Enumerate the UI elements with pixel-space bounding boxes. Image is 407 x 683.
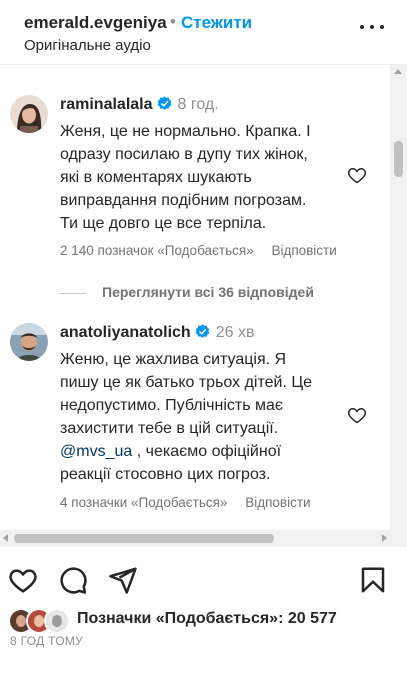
verified-badge-icon [157, 96, 171, 110]
likes-summary: Позначки «Подобається»: 20 577 [0, 606, 407, 634]
comment-username[interactable]: raminalalala 8 год. [60, 96, 219, 114]
reply-button[interactable]: Відповісти [245, 495, 310, 510]
likes-label: Позначки «Подобається»: [77, 610, 284, 627]
comment-meta: 4 позначки «Подобається» Відповісти [60, 495, 311, 510]
comment-text: Женю, це жахлива ситуація. Я пишу це як … [60, 348, 345, 486]
scroll-up-arrow-icon[interactable] [394, 69, 402, 74]
verified-badge-icon [195, 324, 209, 338]
vertical-scroll-thumb[interactable] [394, 141, 403, 177]
post-header: emerald.evgeniya • Стежити Оригінальне а… [0, 0, 407, 65]
comment-likes-count[interactable]: 2 140 позначок «Подобається» [60, 243, 254, 258]
comments-list[interactable]: raminalalala 8 год. Женя, це не нормально… [0, 65, 390, 535]
vertical-scrollbar[interactable] [390, 65, 407, 535]
bookmark-icon[interactable] [358, 565, 388, 595]
avatar[interactable] [10, 95, 48, 133]
comment-time: 8 год. [177, 96, 219, 113]
scroll-right-arrow-icon[interactable] [382, 534, 387, 542]
comment-meta: 2 140 позначок «Подобається» Відповісти [60, 243, 337, 258]
follow-button[interactable]: Стежити [181, 13, 252, 33]
post-timestamp: 8 ГОД ТОМУ [10, 634, 84, 648]
heart-icon[interactable] [8, 565, 38, 595]
comment-like-heart-icon[interactable] [347, 405, 367, 425]
replies-divider-line [60, 293, 86, 294]
more-horizontal-icon[interactable] [360, 20, 386, 34]
view-replies-button[interactable]: Переглянути всі 36 відповідей [60, 284, 360, 304]
comment-text-part: Женю, це жахлива ситуація. Я пишу це як … [60, 351, 313, 437]
header-username[interactable]: emerald.evgeniya [24, 13, 167, 33]
mention-link[interactable]: @mvs_ua [60, 443, 132, 460]
comment-likes-count[interactable]: 4 позначки «Подобається» [60, 495, 227, 510]
comment-icon[interactable] [58, 565, 88, 595]
header-separator: • [170, 12, 176, 31]
scroll-left-arrow-icon[interactable] [3, 534, 8, 542]
post-actions [0, 565, 407, 605]
comment-username[interactable]: anatoliyanatolich 26 хв [60, 324, 254, 342]
comment-time: 26 хв [215, 324, 255, 341]
horizontal-scroll-thumb[interactable] [14, 534, 274, 543]
likes-count-text[interactable]: Позначки «Подобається»: 20 577 [77, 610, 337, 628]
send-icon[interactable] [108, 565, 138, 595]
likes-count: 20 577 [287, 610, 337, 627]
horizontal-scrollbar[interactable] [0, 530, 407, 547]
liker-avatar [44, 608, 70, 634]
reply-button[interactable]: Відповісти [271, 243, 336, 258]
avatar[interactable] [10, 323, 48, 361]
comment-text: Женя, це не нормально. Крапка. І одразу … [60, 123, 311, 232]
view-replies-label: Переглянути всі 36 відповідей [102, 284, 314, 300]
original-audio-link[interactable]: Оригінальне аудіо [24, 37, 151, 54]
comment-like-heart-icon[interactable] [347, 165, 367, 185]
